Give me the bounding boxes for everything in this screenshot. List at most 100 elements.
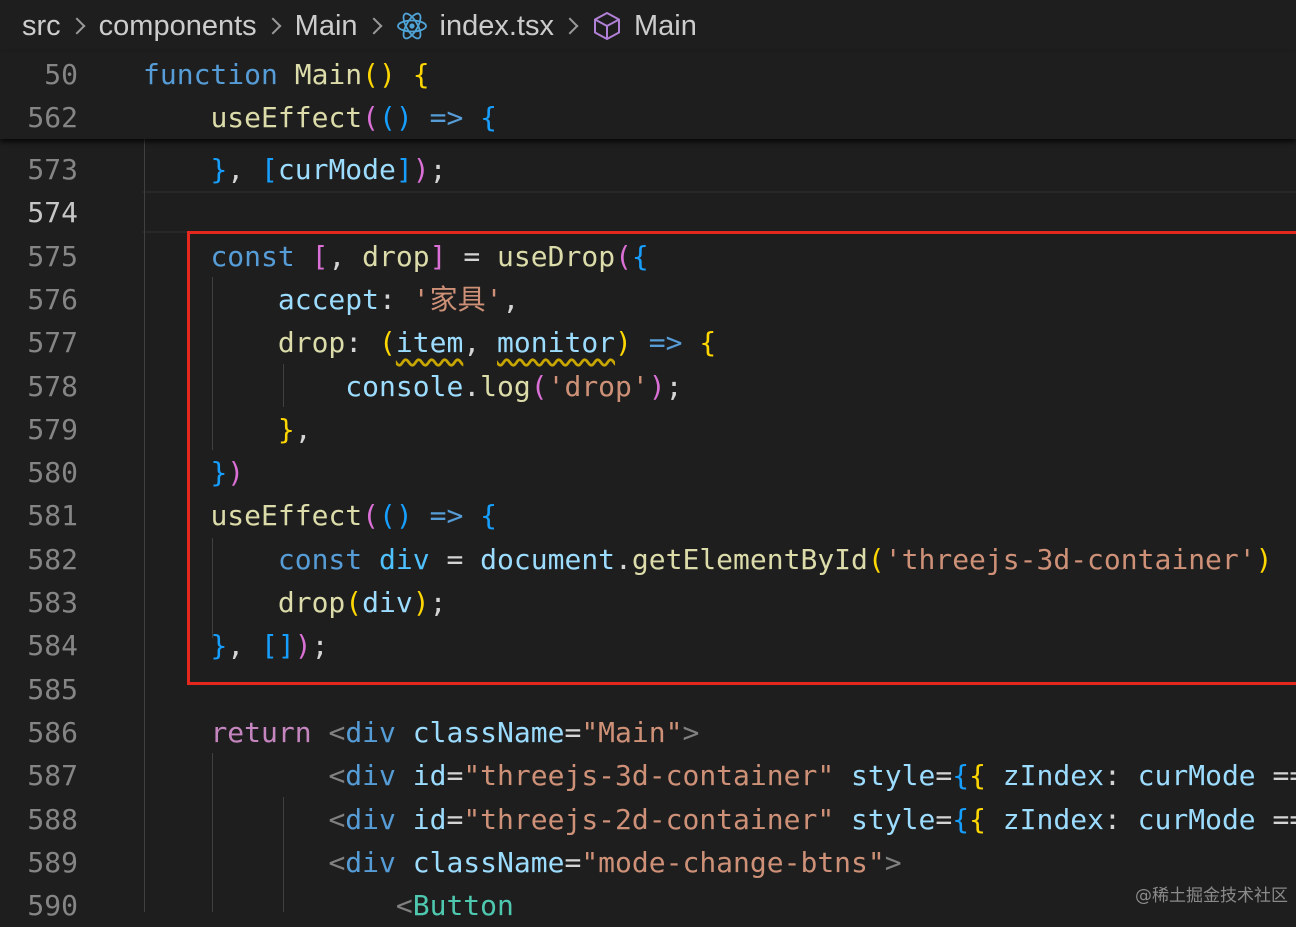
line-number: 580 <box>27 456 78 489</box>
line-number: 589 <box>27 846 78 879</box>
code-token: ( <box>379 326 396 359</box>
code-token: curMode <box>277 153 396 186</box>
code-token: , <box>227 153 262 186</box>
line-code: }, <box>143 408 312 451</box>
code-token: ( <box>530 370 548 403</box>
code-token: "threejs-3d-container" <box>463 759 835 792</box>
code-token: "threejs-2d-container" <box>463 803 835 836</box>
code-token: => <box>429 101 464 134</box>
code-token: '家具' <box>412 283 503 316</box>
code-token: ) <box>412 586 430 619</box>
watermark: @稀土掘金技术社区 <box>1135 886 1288 906</box>
code-token: { <box>480 101 498 134</box>
line-code: <div id="threejs-3d-container" style={{ … <box>143 754 1296 797</box>
code-token: ( <box>362 101 380 134</box>
code-token: ) <box>1255 543 1273 576</box>
line-number: 590 <box>27 889 78 922</box>
line-number: 575 <box>27 240 78 273</box>
code-token: : <box>1103 803 1138 836</box>
line-code: drop(div); <box>143 581 447 624</box>
line-number: 583 <box>27 586 78 619</box>
code-token: const <box>210 240 295 273</box>
code-token: = <box>446 803 464 836</box>
line-code: }) <box>143 451 244 494</box>
line-code: useEffect(() => { <box>143 96 497 139</box>
code-token: , <box>227 629 262 662</box>
code-token: = <box>564 846 582 879</box>
code-token: } <box>210 153 228 186</box>
code-token: => <box>429 499 464 532</box>
code-token: ( <box>362 499 380 532</box>
line-code: <div className="mode-change-btns"> <box>143 841 902 884</box>
code-token: ( <box>345 586 363 619</box>
code-token: zIndex <box>1002 803 1104 836</box>
indent-guide <box>144 139 145 912</box>
code-token: const <box>277 543 363 576</box>
code-token: div <box>345 846 396 879</box>
code-token: ) <box>294 629 312 662</box>
code-token: drop <box>277 586 346 619</box>
code-token: return <box>210 716 312 749</box>
line-code: return <div className="Main"> <box>143 711 699 754</box>
code-token: { <box>480 499 498 532</box>
code-token: className <box>412 716 565 749</box>
code-token: ( <box>867 543 885 576</box>
line-code: }, [curMode]); <box>143 148 446 191</box>
code-token: useEffect <box>210 499 363 532</box>
code-token: [ <box>311 240 329 273</box>
code-token: "mode-change-btns" <box>581 846 885 879</box>
indent-guide <box>212 538 213 638</box>
code-token: Main <box>294 58 363 91</box>
code-token: ; <box>429 586 447 619</box>
code-token: } <box>210 456 228 489</box>
code-token: 'threejs-3d-container' <box>884 543 1256 576</box>
code-token: ( <box>615 240 632 273</box>
code-token: : <box>1103 759 1138 792</box>
code-token: ] <box>395 153 413 186</box>
code-token: document <box>480 543 616 576</box>
code-token: = <box>935 803 953 836</box>
line-number: 578 <box>27 370 78 403</box>
line-code: accept: '家具', <box>143 278 519 321</box>
code-token: drop <box>362 240 430 273</box>
code-token: style <box>851 803 936 836</box>
sticky-scroll-header[interactable]: 50 function Main() {562 useEffect(() => { <box>0 52 1296 139</box>
code-token: { <box>969 803 986 836</box>
code-token: => <box>648 326 683 359</box>
code-token: curMode <box>1137 759 1256 792</box>
code-token: () <box>379 101 413 134</box>
code-token: > <box>884 846 902 879</box>
code-token: = <box>446 759 464 792</box>
line-number: 587 <box>27 759 78 792</box>
code-token: div <box>362 586 413 619</box>
indent-guide <box>283 364 284 407</box>
line-number: 581 <box>27 499 78 532</box>
line-code: const [, drop] = useDrop({ <box>143 235 649 278</box>
code-token: = <box>564 716 582 749</box>
line-number: 579 <box>27 413 78 446</box>
indent-guide <box>212 753 213 912</box>
code-token: { <box>631 240 649 273</box>
code-token: () <box>379 499 413 532</box>
line-code: function Main() { <box>143 53 430 96</box>
code-token: > <box>682 716 700 749</box>
